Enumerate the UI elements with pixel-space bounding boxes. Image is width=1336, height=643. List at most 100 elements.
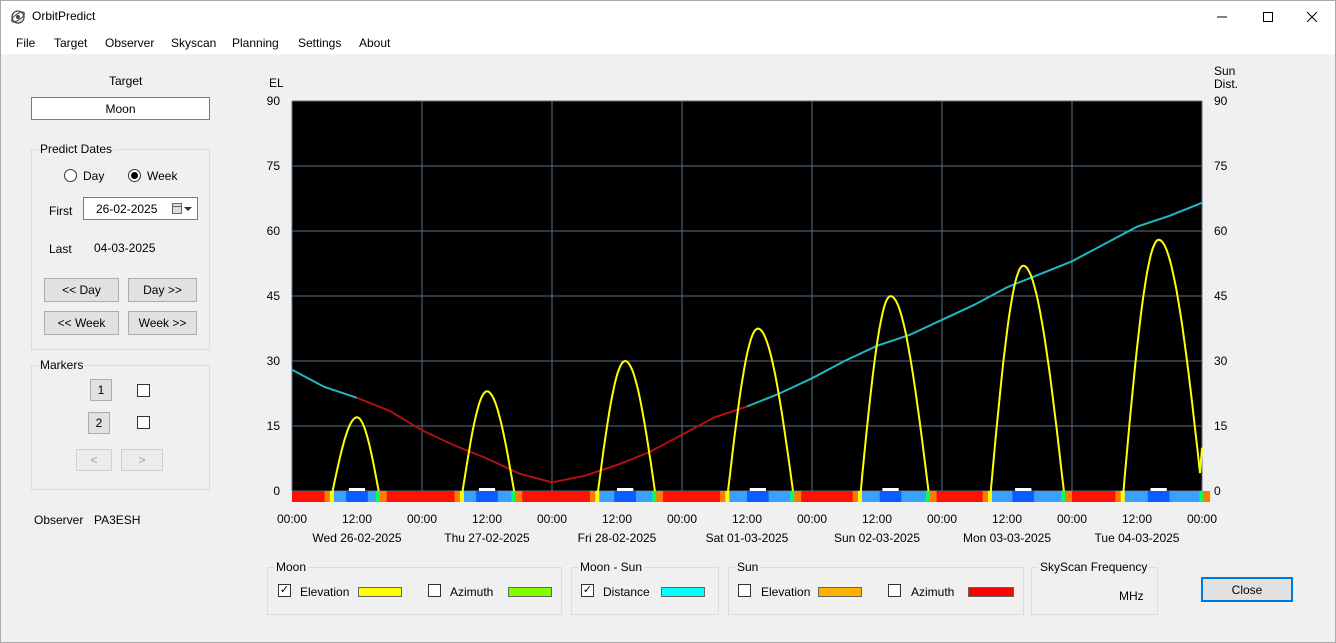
menu-observer[interactable]: Observer [105,36,154,50]
menu-file[interactable]: File [16,36,35,50]
title-bar: OrbitPredict [1,1,1335,32]
menu-about[interactable]: About [359,36,390,50]
minimize-button[interactable] [1199,1,1245,32]
close-window-button[interactable] [1289,1,1335,32]
orbit-app-icon [11,10,25,24]
y-tick-label-left: 60 [267,224,281,238]
marker-1-button[interactable]: 1 [90,379,112,401]
calendar-dropdown-icon[interactable] [172,203,194,215]
sun-azimuth-checkbox[interactable] [888,584,901,597]
next-day-button[interactable]: Day >> [128,278,197,302]
close-button[interactable]: Close [1201,577,1293,602]
visibility-bar-segment [725,491,730,502]
x-tick-label: 12:00 [992,512,1022,526]
markers-group: Markers [31,358,210,490]
y-tick-label-right: 0 [1214,484,1221,498]
markers-title: Markers [38,358,86,372]
maximize-button[interactable] [1245,1,1291,32]
day-label: Tue 04-03-2025 [1095,531,1180,545]
week-radio-label: Week [147,169,178,183]
target-field[interactable]: Moon [31,97,210,120]
visibility-bar-segment [459,491,464,502]
x-tick-label: 12:00 [732,512,762,526]
prev-week-button[interactable]: << Week [44,311,119,335]
day-label: Sun 02-03-2025 [834,531,920,545]
menu-settings[interactable]: Settings [298,36,341,50]
marker-next-button[interactable]: > [121,449,163,471]
visibility-bar-segment [749,488,766,491]
y-axis-label-left: EL [269,76,284,90]
sun-elevation-checkbox[interactable] [738,584,751,597]
moon-legend-title: Moon [274,560,309,574]
visibility-bar-segment [1120,491,1125,502]
marker-2-button[interactable]: 2 [88,412,110,434]
y-tick-label-left: 45 [267,289,281,303]
visibility-bar-segment [879,491,902,502]
moon-azimuth-checkbox[interactable] [428,584,441,597]
marker-prev-button[interactable]: < [76,449,112,471]
prev-day-button[interactable]: << Day [44,278,119,302]
app-window: OrbitPredict File Target Observer Skysca… [0,0,1336,643]
moon-azimuth-swatch [508,587,552,597]
x-tick-label: 00:00 [277,512,307,526]
y-tick-label-right: 30 [1214,354,1228,368]
observer-value: PA3ESH [94,513,141,527]
x-tick-label: 12:00 [1122,512,1152,526]
day-label: Mon 03-03-2025 [963,531,1051,545]
close-icon [1307,11,1317,22]
first-date-value: 26-02-2025 [96,201,158,216]
minimize-icon [1217,16,1227,17]
moon-sun-distance-label: Distance [603,585,650,599]
y-tick-label-right: 45 [1214,289,1228,303]
visibility-bar-segment [790,491,795,502]
x-tick-label: 12:00 [472,512,502,526]
moon-elevation-swatch [358,587,402,597]
visibility-bar-segment [1150,488,1167,491]
day-label: Sat 01-03-2025 [706,531,789,545]
sun-elevation-label: Elevation [761,585,811,599]
sun-legend-title: Sun [735,560,761,574]
visibility-bar-segment [348,488,366,491]
sun-azimuth-swatch [968,587,1014,597]
visibility-bar-segment [652,491,657,502]
window-title: OrbitPredict [32,9,96,23]
moon-sun-legend-title: Moon - Sun [578,560,645,574]
sun-azimuth-label: Azimuth [911,585,955,599]
menu-target[interactable]: Target [54,36,87,50]
visibility-bar-segment [988,491,993,502]
visibility-bar-segment [858,491,863,502]
x-tick-label: 00:00 [667,512,697,526]
visibility-bar-segment [617,488,634,491]
y-tick-label-right: 75 [1214,159,1228,173]
last-date-value: 04-03-2025 [94,241,156,255]
x-tick-label: 00:00 [537,512,567,526]
y-tick-label-right: 15 [1214,419,1228,433]
maximize-icon [1263,11,1273,22]
visibility-bar-segment [346,491,368,502]
moon-elevation-checkbox[interactable]: ✓ [278,584,291,597]
moon-sun-distance-checkbox[interactable]: ✓ [581,584,594,597]
day-radio[interactable] [64,169,77,182]
y-tick-label-left: 15 [267,419,281,433]
marker-1-checkbox[interactable] [137,384,150,397]
day-label: Fri 28-02-2025 [578,531,657,545]
y-tick-label-right: 60 [1214,224,1228,238]
week-radio[interactable] [128,169,141,182]
menu-skyscan[interactable]: Skyscan [171,36,216,50]
next-week-button[interactable]: Week >> [128,311,197,335]
elevation-chart[interactable]: 0 0 15 15 30 30 45 45 60 60 75 75 90 90 00:00 12:00 00:0… [251,61,1331,551]
x-tick-label: 00:00 [797,512,827,526]
visibility-bar-segment [1147,491,1170,502]
y-tick-label-left: 30 [267,354,281,368]
day-label: Thu 27-02-2025 [444,531,530,545]
visibility-bar-segment [478,488,496,491]
moon-elevation-label: Elevation [300,585,350,599]
menu-planning[interactable]: Planning [232,36,279,50]
observer-label: Observer [34,513,84,527]
first-date-picker[interactable]: 26-02-2025 [83,197,198,220]
visibility-bar-segment [614,491,636,502]
x-tick-label: 00:00 [927,512,957,526]
x-tick-label: 00:00 [1057,512,1087,526]
predict-dates-title: Predict Dates [38,142,115,156]
marker-2-checkbox[interactable] [137,416,150,429]
